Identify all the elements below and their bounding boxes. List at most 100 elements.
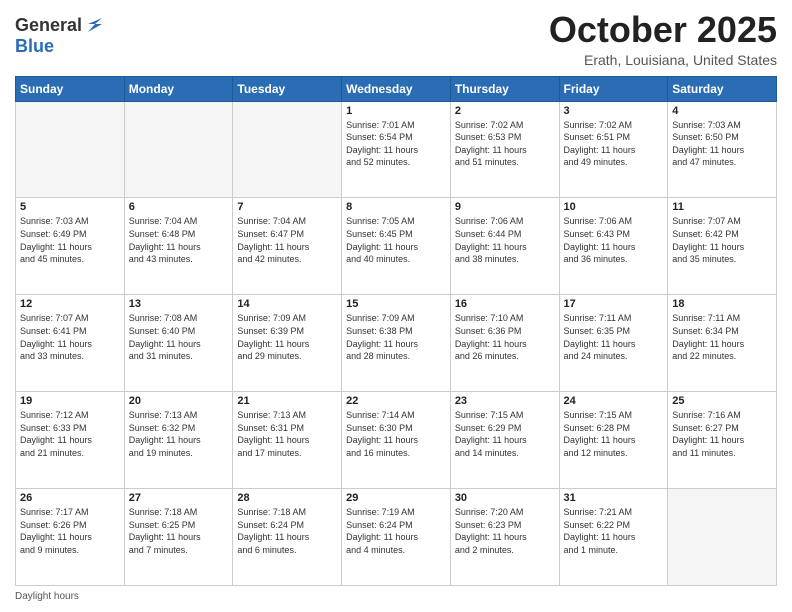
logo-general-text: General: [15, 15, 82, 36]
day-number: 30: [455, 492, 555, 504]
day-info: Sunrise: 7:13 AM Sunset: 6:32 PM Dayligh…: [129, 409, 229, 459]
calendar-cell: 9Sunrise: 7:06 AM Sunset: 6:44 PM Daylig…: [450, 198, 559, 295]
day-info: Sunrise: 7:07 AM Sunset: 6:41 PM Dayligh…: [20, 312, 120, 362]
day-number: 11: [672, 201, 772, 213]
day-info: Sunrise: 7:02 AM Sunset: 6:51 PM Dayligh…: [564, 119, 664, 169]
day-info: Sunrise: 7:09 AM Sunset: 6:39 PM Dayligh…: [237, 312, 337, 362]
calendar-cell: 23 Sunrise: 7:15 AM Sunset: 6:29 PM Dayli…: [450, 392, 559, 489]
day-info: Sunrise: 7:17 AM Sunset: 6:26 PM Dayligh…: [20, 506, 120, 556]
calendar-cell: 21 Sunrise: 7:13 AM Sunset: 6:31 PM Dayli…: [233, 392, 342, 489]
day-number: 13: [129, 298, 229, 310]
calendar-week-0: 1 Sunrise: 7:01 AM Sunset: 6:54 PM Daylig…: [16, 101, 777, 198]
weekday-header-row: SundayMondayTuesdayWednesdayThursdayFrid…: [16, 76, 777, 101]
calendar-cell: 25Sunrise: 7:16 AM Sunset: 6:27 PM Dayli…: [668, 392, 777, 489]
weekday-wednesday: Wednesday: [342, 76, 451, 101]
day-number: 1: [346, 105, 446, 117]
day-info: Sunrise: 7:06 AM Sunset: 6:44 PM Dayligh…: [455, 215, 555, 265]
day-info: Sunrise: 7:11 AM Sunset: 6:35 PM Dayligh…: [564, 312, 664, 362]
calendar-cell: 19Sunrise: 7:12 AM Sunset: 6:33 PM Dayli…: [16, 392, 125, 489]
calendar-cell: 20 Sunrise: 7:13 AM Sunset: 6:32 PM Dayli…: [124, 392, 233, 489]
day-info: Sunrise: 7:14 AM Sunset: 6:30 PM Dayligh…: [346, 409, 446, 459]
calendar-cell: 6 Sunrise: 7:04 AM Sunset: 6:48 PM Daylig…: [124, 198, 233, 295]
day-number: 14: [237, 298, 337, 310]
day-info: Sunrise: 7:03 AM Sunset: 6:49 PM Dayligh…: [20, 215, 120, 265]
day-number: 3: [564, 105, 664, 117]
calendar-cell: 3 Sunrise: 7:02 AM Sunset: 6:51 PM Daylig…: [559, 101, 668, 198]
day-number: 5: [20, 201, 120, 213]
day-number: 17: [564, 298, 664, 310]
day-number: 29: [346, 492, 446, 504]
day-number: 4: [672, 105, 772, 117]
logo-icon: [84, 14, 106, 36]
calendar-cell: 16Sunrise: 7:10 AM Sunset: 6:36 PM Dayli…: [450, 295, 559, 392]
weekday-tuesday: Tuesday: [233, 76, 342, 101]
calendar-cell: 27 Sunrise: 7:18 AM Sunset: 6:25 PM Dayli…: [124, 489, 233, 586]
calendar-cell: [668, 489, 777, 586]
calendar-cell: 10Sunrise: 7:06 AM Sunset: 6:43 PM Dayli…: [559, 198, 668, 295]
page: General Blue October 2025 Erath, Louisia…: [0, 0, 792, 612]
logo: General Blue: [15, 14, 106, 57]
day-info: Sunrise: 7:08 AM Sunset: 6:40 PM Dayligh…: [129, 312, 229, 362]
day-info: Sunrise: 7:06 AM Sunset: 6:43 PM Dayligh…: [564, 215, 664, 265]
calendar-cell: 24Sunrise: 7:15 AM Sunset: 6:28 PM Dayli…: [559, 392, 668, 489]
day-info: Sunrise: 7:03 AM Sunset: 6:50 PM Dayligh…: [672, 119, 772, 169]
day-info: Sunrise: 7:15 AM Sunset: 6:29 PM Dayligh…: [455, 409, 555, 459]
day-number: 15: [346, 298, 446, 310]
day-number: 6: [129, 201, 229, 213]
logo-blue-text: Blue: [15, 36, 54, 56]
day-info: Sunrise: 7:18 AM Sunset: 6:25 PM Dayligh…: [129, 506, 229, 556]
day-info: Sunrise: 7:16 AM Sunset: 6:27 PM Dayligh…: [672, 409, 772, 459]
header: General Blue October 2025 Erath, Louisia…: [15, 10, 777, 68]
calendar-week-3: 19Sunrise: 7:12 AM Sunset: 6:33 PM Dayli…: [16, 392, 777, 489]
day-number: 26: [20, 492, 120, 504]
calendar-cell: 2Sunrise: 7:02 AM Sunset: 6:53 PM Daylig…: [450, 101, 559, 198]
day-info: Sunrise: 7:09 AM Sunset: 6:38 PM Dayligh…: [346, 312, 446, 362]
location: Erath, Louisiana, United States: [549, 52, 777, 68]
day-number: 22: [346, 395, 446, 407]
footer-note: Daylight hours: [15, 591, 777, 602]
calendar-cell: 30 Sunrise: 7:20 AM Sunset: 6:23 PM Dayli…: [450, 489, 559, 586]
day-info: Sunrise: 7:10 AM Sunset: 6:36 PM Dayligh…: [455, 312, 555, 362]
calendar-cell: 31 Sunrise: 7:21 AM Sunset: 6:22 PM Dayli…: [559, 489, 668, 586]
day-number: 12: [20, 298, 120, 310]
calendar-cell: [124, 101, 233, 198]
day-number: 18: [672, 298, 772, 310]
calendar-cell: 29 Sunrise: 7:19 AM Sunset: 6:24 PM Dayli…: [342, 489, 451, 586]
calendar-cell: 11 Sunrise: 7:07 AM Sunset: 6:42 PM Dayli…: [668, 198, 777, 295]
day-number: 7: [237, 201, 337, 213]
calendar-week-4: 26 Sunrise: 7:17 AM Sunset: 6:26 PM Dayli…: [16, 489, 777, 586]
day-info: Sunrise: 7:18 AM Sunset: 6:24 PM Dayligh…: [237, 506, 337, 556]
day-info: Sunrise: 7:07 AM Sunset: 6:42 PM Dayligh…: [672, 215, 772, 265]
calendar-cell: 18 Sunrise: 7:11 AM Sunset: 6:34 PM Dayli…: [668, 295, 777, 392]
day-number: 27: [129, 492, 229, 504]
calendar-table: SundayMondayTuesdayWednesdayThursdayFrid…: [15, 76, 777, 586]
day-info: Sunrise: 7:20 AM Sunset: 6:23 PM Dayligh…: [455, 506, 555, 556]
calendar-cell: 17 Sunrise: 7:11 AM Sunset: 6:35 PM Dayli…: [559, 295, 668, 392]
day-info: Sunrise: 7:01 AM Sunset: 6:54 PM Dayligh…: [346, 119, 446, 169]
day-info: Sunrise: 7:11 AM Sunset: 6:34 PM Dayligh…: [672, 312, 772, 362]
day-number: 23: [455, 395, 555, 407]
day-info: Sunrise: 7:04 AM Sunset: 6:48 PM Dayligh…: [129, 215, 229, 265]
calendar-cell: 15 Sunrise: 7:09 AM Sunset: 6:38 PM Dayli…: [342, 295, 451, 392]
weekday-monday: Monday: [124, 76, 233, 101]
day-info: Sunrise: 7:19 AM Sunset: 6:24 PM Dayligh…: [346, 506, 446, 556]
calendar-cell: 1 Sunrise: 7:01 AM Sunset: 6:54 PM Daylig…: [342, 101, 451, 198]
calendar-cell: 14 Sunrise: 7:09 AM Sunset: 6:39 PM Dayli…: [233, 295, 342, 392]
day-number: 21: [237, 395, 337, 407]
day-info: Sunrise: 7:15 AM Sunset: 6:28 PM Dayligh…: [564, 409, 664, 459]
calendar-cell: 22 Sunrise: 7:14 AM Sunset: 6:30 PM Dayli…: [342, 392, 451, 489]
calendar-cell: 12 Sunrise: 7:07 AM Sunset: 6:41 PM Dayli…: [16, 295, 125, 392]
daylight-hours-label: Daylight hours: [15, 591, 79, 602]
day-info: Sunrise: 7:21 AM Sunset: 6:22 PM Dayligh…: [564, 506, 664, 556]
day-info: Sunrise: 7:04 AM Sunset: 6:47 PM Dayligh…: [237, 215, 337, 265]
calendar-cell: [16, 101, 125, 198]
day-info: Sunrise: 7:13 AM Sunset: 6:31 PM Dayligh…: [237, 409, 337, 459]
weekday-sunday: Sunday: [16, 76, 125, 101]
title-block: October 2025 Erath, Louisiana, United St…: [549, 10, 777, 68]
day-number: 8: [346, 201, 446, 213]
day-info: Sunrise: 7:12 AM Sunset: 6:33 PM Dayligh…: [20, 409, 120, 459]
day-number: 20: [129, 395, 229, 407]
day-number: 28: [237, 492, 337, 504]
day-number: 31: [564, 492, 664, 504]
day-info: Sunrise: 7:02 AM Sunset: 6:53 PM Dayligh…: [455, 119, 555, 169]
